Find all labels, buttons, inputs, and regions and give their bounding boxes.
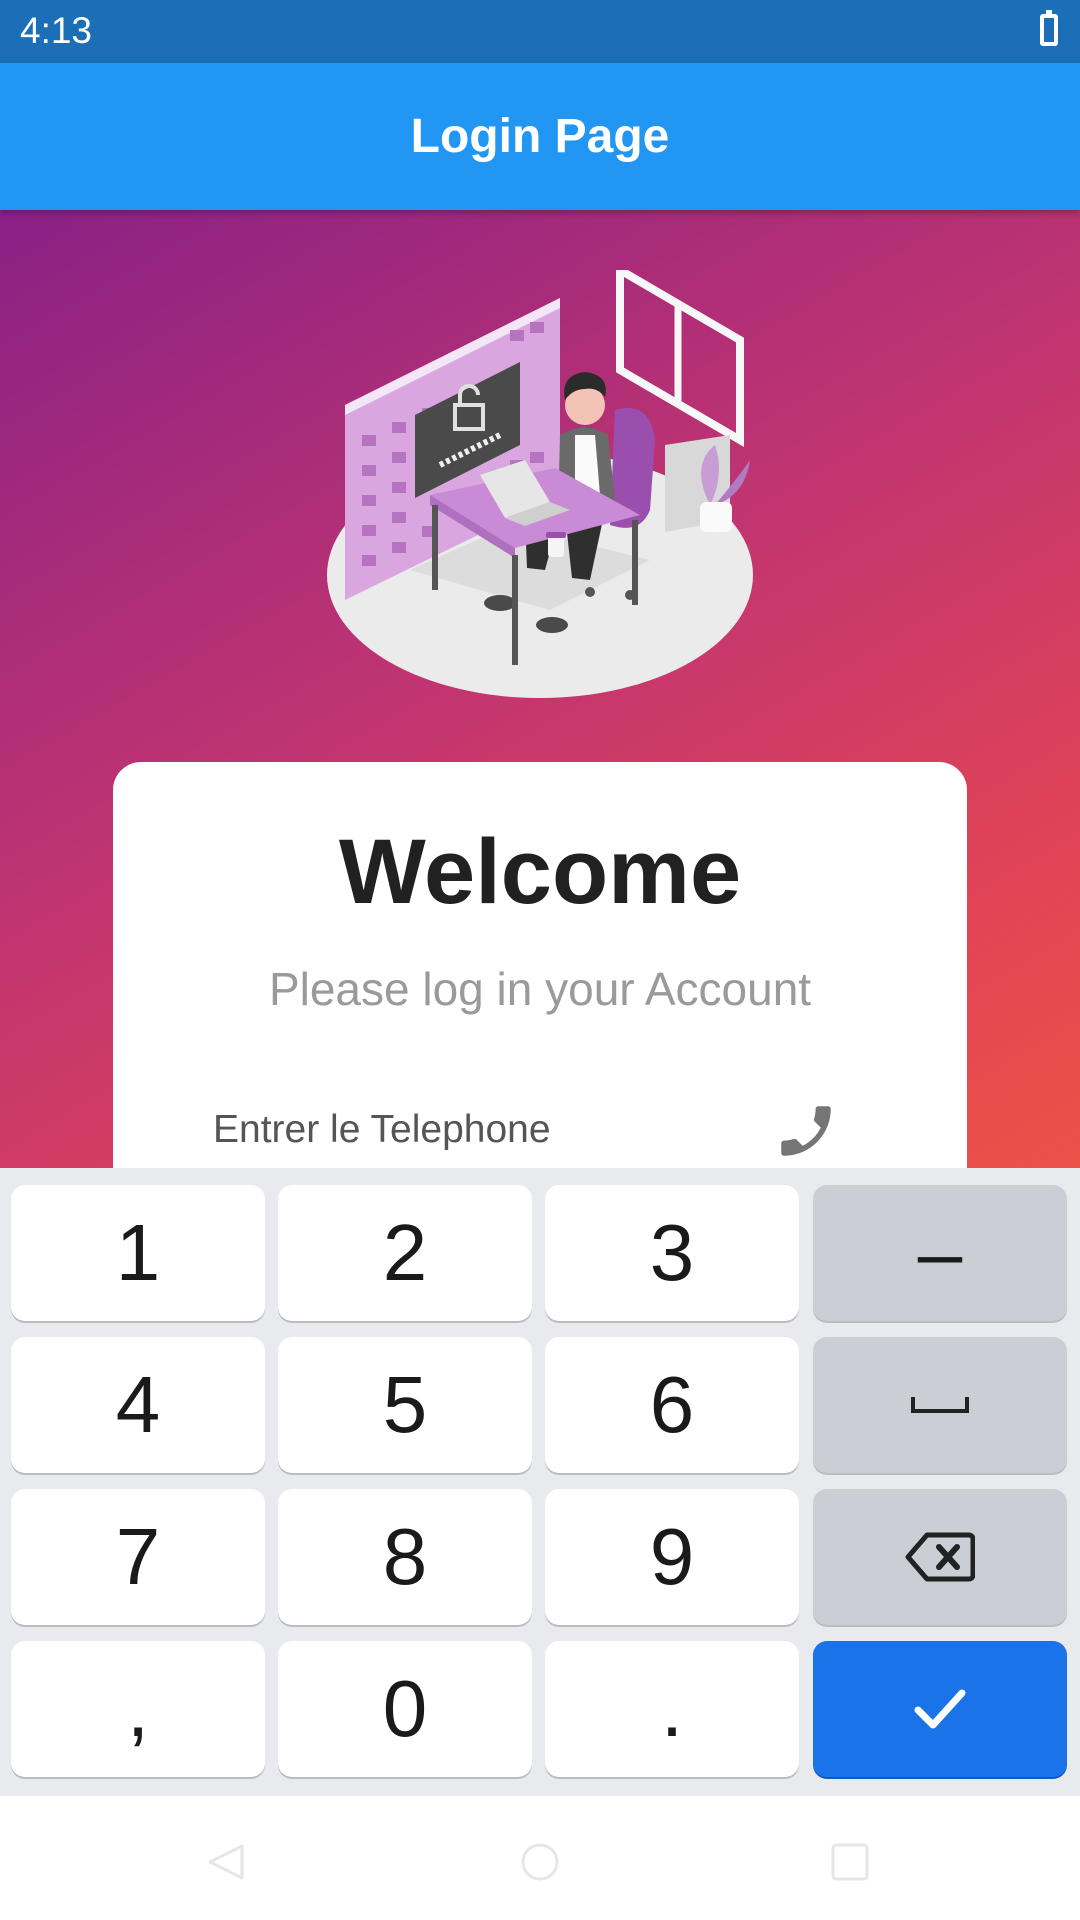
welcome-subtitle: Please log in your Account xyxy=(268,963,812,1015)
key-9[interactable]: 9 xyxy=(545,1489,799,1625)
page-title: Login Page xyxy=(410,110,670,163)
key-3[interactable]: 3 xyxy=(545,1185,799,1321)
workspace-illustration xyxy=(327,270,753,698)
backspace-key[interactable] xyxy=(813,1489,1067,1625)
space-key[interactable] xyxy=(813,1337,1067,1473)
check-icon xyxy=(914,1689,966,1729)
phone-input[interactable]: Entrer le Telephone xyxy=(213,1108,551,1152)
status-bar: 4:13 xyxy=(0,0,1080,63)
dash-key[interactable]: – xyxy=(813,1185,1067,1321)
numeric-keyboard: 1 2 3 – 4 5 6 7 8 9 , 0 . xyxy=(0,1168,1080,1796)
status-time: 4:13 xyxy=(20,10,93,51)
key-7[interactable]: 7 xyxy=(11,1489,265,1625)
home-icon[interactable] xyxy=(520,1842,560,1882)
space-icon xyxy=(911,1397,969,1413)
key-0[interactable]: 0 xyxy=(278,1641,532,1777)
login-card: Welcome Please log in your Account Entre… xyxy=(113,762,967,1170)
key-2[interactable]: 2 xyxy=(278,1185,532,1321)
login-content: Welcome Please log in your Account Entre… xyxy=(0,210,1080,1170)
period-key[interactable]: . xyxy=(545,1641,799,1777)
back-icon[interactable] xyxy=(206,1842,246,1882)
backspace-icon xyxy=(905,1532,975,1582)
phone-icon xyxy=(781,1106,831,1156)
key-4[interactable]: 4 xyxy=(11,1337,265,1473)
welcome-title: Welcome xyxy=(338,821,742,923)
recents-icon[interactable] xyxy=(830,1842,870,1882)
key-6[interactable]: 6 xyxy=(545,1337,799,1473)
navigation-bar xyxy=(0,1796,1080,1920)
key-8[interactable]: 8 xyxy=(278,1489,532,1625)
comma-key[interactable]: , xyxy=(11,1641,265,1777)
battery-icon xyxy=(1040,10,1058,46)
done-key[interactable] xyxy=(813,1641,1067,1777)
key-5[interactable]: 5 xyxy=(278,1337,532,1473)
key-1[interactable]: 1 xyxy=(11,1185,265,1321)
app-bar: Login Page xyxy=(0,63,1080,210)
